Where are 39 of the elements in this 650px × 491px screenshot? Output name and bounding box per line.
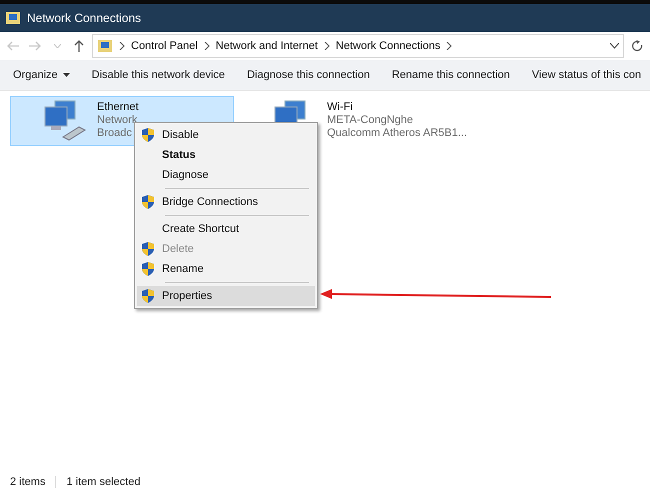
status-text: 1 item selected xyxy=(66,476,140,488)
menu-item[interactable]: Properties xyxy=(137,286,315,306)
toolbar-button[interactable]: View status of this con xyxy=(522,65,650,85)
network-folder-icon xyxy=(5,10,21,26)
toolbar-button[interactable]: Diagnose this connection xyxy=(238,65,379,85)
shield-icon xyxy=(142,128,154,142)
address-bar[interactable]: Control Panel Network and Internet Network Connections xyxy=(92,34,624,58)
up-arrow-icon[interactable] xyxy=(74,40,84,52)
connection-name: Ethernet xyxy=(97,101,139,113)
toolbar-button[interactable]: Disable this network device xyxy=(82,65,234,85)
connection-adapter: Broadc xyxy=(97,127,133,139)
menu-item[interactable]: Status xyxy=(137,145,315,165)
window-title: Network Connections xyxy=(27,11,142,25)
caret-icon xyxy=(62,73,70,77)
connection-network: Network xyxy=(97,114,138,126)
network-folder-icon xyxy=(97,38,113,54)
refresh-icon[interactable] xyxy=(632,40,642,52)
menu-item[interactable]: Rename xyxy=(137,259,315,279)
menu-item[interactable]: Create Shortcut xyxy=(137,219,315,239)
dropdown-icon[interactable] xyxy=(610,43,619,49)
connection-network: META-CongNghe xyxy=(327,114,414,126)
shield-icon xyxy=(142,242,154,256)
breadcrumb[interactable]: Network Connections xyxy=(336,40,440,52)
shield-icon xyxy=(142,289,154,303)
status-text: 2 items xyxy=(10,476,46,488)
toolbar-button[interactable]: Rename this connection xyxy=(382,65,519,85)
chevron-icon xyxy=(204,42,210,50)
chevron-icon xyxy=(119,42,125,50)
connection-adapter: Qualcomm Atheros AR5B1... xyxy=(327,127,468,139)
chevron-icon xyxy=(446,42,452,50)
menu-item[interactable]: Diagnose xyxy=(137,165,315,185)
connection-name: Wi-Fi xyxy=(327,101,354,113)
menu-item[interactable]: Bridge Connections xyxy=(137,192,315,212)
shield-icon xyxy=(142,195,154,209)
breadcrumb[interactable]: Network and Internet xyxy=(216,40,318,52)
breadcrumb[interactable]: Control Panel xyxy=(131,40,198,52)
chevron-icon xyxy=(324,42,330,50)
shield-icon xyxy=(142,262,154,276)
organize-menu-button[interactable]: Organize xyxy=(4,65,79,85)
